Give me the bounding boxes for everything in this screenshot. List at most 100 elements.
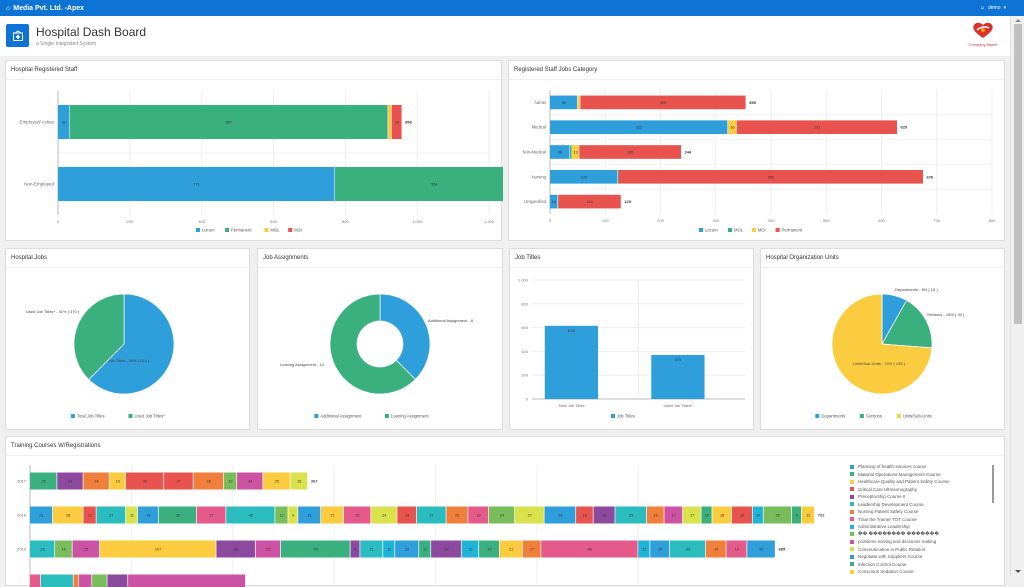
legend-label: Negotiate with Suppliers Course	[858, 554, 922, 559]
bar-value-label: 45	[249, 514, 253, 518]
legend-label: MOL	[734, 228, 744, 233]
legend-item[interactable]: Healthcare Quality and Patient Safety Co…	[850, 478, 995, 486]
card-title: Hospital Organization Units	[761, 249, 1004, 268]
bar-value-label: 11	[130, 514, 134, 518]
slice-label: Additional Assignment - 6	[428, 318, 474, 323]
page-subtitle: a Single Integrated System	[36, 41, 96, 47]
bar-total-label: 629	[901, 125, 908, 130]
x-category-label: Total Job Titles	[558, 403, 584, 408]
card-job-titles: Job Titles 02004006008001,000615Total Jo…	[509, 248, 754, 430]
bar-value-label: 16	[468, 548, 472, 552]
bar-value-label: 20	[602, 514, 606, 518]
legend-label: Train the Trainer TOT Course	[858, 517, 917, 522]
legend-swatch	[850, 547, 854, 551]
legend-label: Job Titles	[617, 414, 635, 419]
bar-segment	[107, 575, 127, 587]
legend-label: problems solving and decisions making	[858, 539, 936, 544]
app-brand[interactable]: ⌂ Media Pvt. Ltd. -Apex	[6, 5, 84, 12]
bar-segment	[388, 105, 391, 139]
bar-segment	[30, 575, 40, 587]
legend-item[interactable]: Administrative Leadership	[850, 523, 995, 531]
y-tick-label: 600	[521, 325, 528, 330]
bar-value-label: 11	[642, 548, 646, 552]
legend-item[interactable]: Material Operations Management Course	[850, 471, 995, 479]
bar-value-label: 27	[177, 480, 181, 484]
legend-label: Leadership Development Course	[858, 502, 924, 507]
bar-segment	[618, 170, 619, 184]
bar-value-label: 17	[690, 514, 694, 518]
bar-value-label: 20	[455, 514, 459, 518]
bar-value-label: 18	[720, 514, 724, 518]
user-menu[interactable]: ☺ demo ▾	[980, 5, 1006, 11]
card-staff-jobs-category: Registered Staff Jobs Category 010020030…	[508, 60, 1005, 241]
bar-value-label: 27	[109, 514, 113, 518]
bar-value-label: 300	[660, 101, 666, 105]
legend-item[interactable]: Nursing Patient Safety Course	[850, 508, 995, 516]
page-scrollbar[interactable]	[1010, 16, 1024, 576]
bar-value-label: 24	[248, 480, 252, 484]
legend-scrollbar[interactable]	[992, 465, 994, 503]
bar-value-label: 24	[382, 514, 386, 518]
legend-item[interactable]: �� �������� �������	[850, 531, 995, 539]
bar-value-label: 32	[62, 121, 66, 125]
y-tick-label: 0	[526, 397, 529, 402]
bar-value-label: 16	[654, 514, 658, 518]
registered-staff-chart: 02004006008001,0001,200Employed/ Active3…	[6, 81, 503, 241]
scroll-up-icon[interactable]	[1015, 19, 1021, 22]
bar-total-label: 244	[684, 150, 691, 155]
bar-segment	[74, 575, 79, 587]
legend-item[interactable]: Communication in Public Relation	[850, 546, 995, 554]
legend-swatch	[850, 540, 854, 544]
legend-item[interactable]: Leadership Development Course	[850, 501, 995, 509]
legend-label: MOI	[294, 228, 302, 233]
bar-value-label: 12	[280, 514, 284, 518]
y-category-label: 2018	[17, 513, 27, 518]
bar-segment	[92, 575, 107, 587]
training-legend[interactable]: Planning of health services courseMateri…	[850, 463, 995, 576]
card-title: Hospital Registered Staff	[6, 61, 501, 80]
hospital-icon	[6, 24, 29, 47]
heart-logo-icon	[971, 21, 995, 39]
bar-value-label: 29	[395, 121, 399, 125]
y-tick-label: 400	[521, 349, 528, 354]
x-tick-label: 700	[933, 218, 940, 223]
bar-value-label: 185	[627, 151, 633, 155]
bar-value-label: 24	[94, 480, 98, 484]
legend-label: Material Operations Management Course	[858, 472, 941, 477]
slice-label: Units/Sub-Units - 74% ( 135 )	[853, 361, 906, 366]
legend-item[interactable]: Preceptorship Course II	[850, 493, 995, 501]
legend-swatch	[850, 465, 854, 469]
bar-value-label: 21	[509, 548, 513, 552]
bar-total-label: 722	[818, 513, 825, 518]
bar-value-label: 552	[768, 175, 774, 179]
card-title: Job Assignments	[258, 249, 502, 268]
bar-value-label: 17	[530, 548, 534, 552]
legend-item[interactable]: Infection Control Course	[850, 561, 995, 569]
card-title: Hospital Jobs	[6, 249, 249, 268]
legend-item[interactable]: problems solving and decisions making	[850, 538, 995, 546]
bar-value-label: 35	[176, 514, 180, 518]
bar-value-label: 10	[705, 514, 709, 518]
legend-item[interactable]: Conscious Sedation Course	[850, 568, 995, 576]
legend-label: Nursing Patient Safety Course	[858, 509, 919, 514]
y-tick-label: 200	[521, 373, 528, 378]
legend-label: Preceptorship Course II	[858, 494, 905, 499]
y-category-label: Nursing	[532, 174, 547, 179]
bar-value-label: 21	[370, 548, 374, 552]
bar-segment	[578, 96, 580, 110]
bar-value-label: 11	[387, 548, 391, 552]
legend-swatch	[752, 228, 756, 232]
card-job-assignments: Job Assignments Additional Assignment - …	[257, 248, 503, 430]
y-category-label: Non-Employed	[24, 182, 54, 187]
legend-item[interactable]: Planning of health services course	[850, 463, 995, 471]
legend-item[interactable]: Critical Care Ultrasonography	[850, 486, 995, 494]
legend-item[interactable]: Negotiate with Suppliers Course	[850, 553, 995, 561]
bar-value-label: 24	[500, 514, 504, 518]
bar-value-label: 10	[756, 514, 760, 518]
bar-total-label: 676	[926, 174, 933, 179]
legend-item[interactable]: Train the Trainer TOT Course	[850, 516, 995, 524]
job-assignments-chart: Additional Assignment - 6Loaning Assignm…	[258, 269, 504, 431]
scroll-down-icon[interactable]	[1015, 570, 1021, 573]
legend-swatch	[897, 414, 901, 418]
scroll-thumb[interactable]	[1014, 24, 1022, 324]
